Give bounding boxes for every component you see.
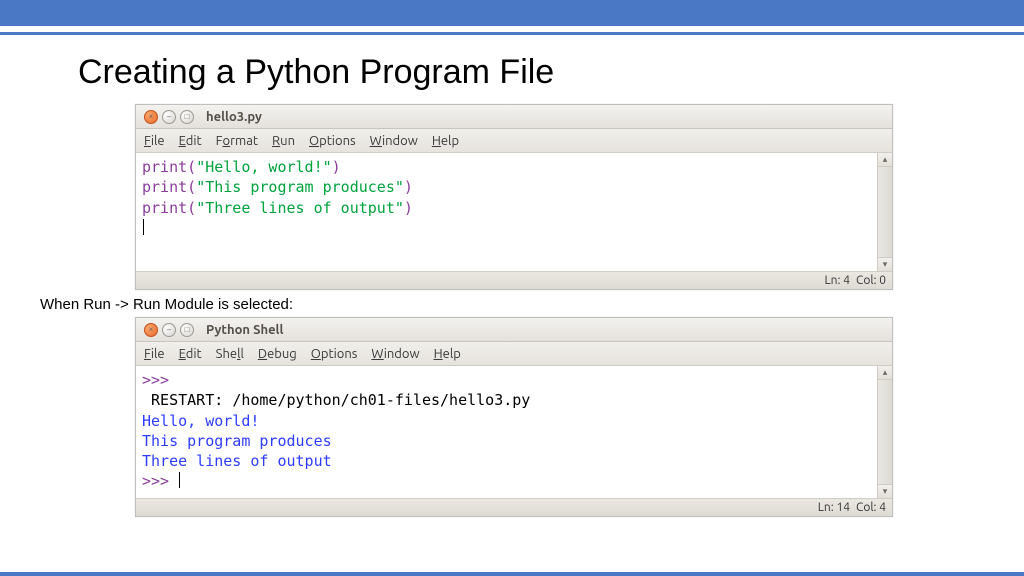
scroll-up-icon[interactable]: ▴ (878, 366, 892, 380)
maximize-icon[interactable]: □ (180, 323, 194, 337)
editor-code-area[interactable]: print("Hello, world!") print("This progr… (136, 153, 877, 271)
shell-prompt: >>> (142, 371, 169, 389)
cursor-icon (179, 472, 180, 488)
menu-options[interactable]: Options (309, 134, 356, 148)
shell-line: This program produces (142, 432, 332, 450)
close-icon[interactable]: × (144, 110, 158, 124)
close-icon[interactable]: × (144, 323, 158, 337)
shell-line: Hello, world! (142, 412, 259, 430)
slide-caption: When Run -> Run Module is selected: (40, 296, 1024, 313)
menu-file[interactable]: File (144, 347, 165, 361)
scroll-up-icon[interactable]: ▴ (878, 153, 892, 167)
editor-scrollbar[interactable]: ▴ ▾ (877, 153, 892, 271)
menu-help[interactable]: Help (432, 134, 459, 148)
status-line: Ln: 4 (825, 274, 850, 287)
menu-shell[interactable]: Shell (216, 347, 244, 361)
code-paren: ( (187, 178, 196, 196)
code-paren: ( (187, 199, 196, 217)
shell-scrollbar[interactable]: ▴ ▾ (877, 366, 892, 498)
maximize-icon[interactable]: □ (180, 110, 194, 124)
status-col: Col: 0 (856, 274, 886, 287)
code-str: "Hello, world!" (196, 158, 331, 176)
code-paren: ) (404, 199, 413, 217)
menu-format[interactable]: Format (216, 134, 258, 148)
slide-top-thin-rule (0, 32, 1024, 35)
editor-titlebar: × – □ hello3.py (136, 105, 892, 129)
scroll-down-icon[interactable]: ▾ (878, 484, 892, 498)
code-str: "Three lines of output" (196, 199, 404, 217)
shell-line: Three lines of output (142, 452, 332, 470)
shell-restart: RESTART: (142, 391, 232, 409)
code-fn: print (142, 158, 187, 176)
code-fn: print (142, 178, 187, 196)
cursor-icon (143, 219, 144, 235)
menu-help[interactable]: Help (434, 347, 461, 361)
slide-bottom-rule (0, 572, 1024, 576)
shell-prompt: >>> (142, 472, 169, 490)
menu-edit[interactable]: Edit (179, 134, 202, 148)
shell-titlebar: × – □ Python Shell (136, 318, 892, 342)
editor-menubar: File Edit Format Run Options Window Help (136, 129, 892, 153)
shell-restart-path: /home/python/ch01-files/hello3.py (232, 391, 539, 409)
menu-options[interactable]: Options (311, 347, 358, 361)
scroll-down-icon[interactable]: ▾ (878, 257, 892, 271)
shell-menubar: File Edit Shell Debug Options Window Hel… (136, 342, 892, 366)
shell-title: Python Shell (206, 323, 283, 337)
menu-file[interactable]: File (144, 134, 165, 148)
editor-title: hello3.py (206, 110, 262, 124)
minimize-icon[interactable]: – (162, 110, 176, 124)
shell-statusbar: Ln: 14 Col: 4 (136, 498, 892, 516)
menu-window[interactable]: Window (370, 134, 418, 148)
status-col: Col: 4 (856, 501, 886, 514)
menu-edit[interactable]: Edit (179, 347, 202, 361)
slide-top-band (0, 0, 1024, 26)
shell-output-area[interactable]: >>> RESTART: /home/python/ch01-files/hel… (136, 366, 877, 498)
status-line: Ln: 14 (818, 501, 850, 514)
slide-title: Creating a Python Program File (78, 53, 1024, 92)
editor-window: × – □ hello3.py File Edit Format Run Opt… (135, 104, 893, 290)
code-paren: ( (187, 158, 196, 176)
code-fn: print (142, 199, 187, 217)
shell-window: × – □ Python Shell File Edit Shell Debug… (135, 317, 893, 517)
code-str: "This program produces" (196, 178, 404, 196)
code-paren: ) (332, 158, 341, 176)
menu-window[interactable]: Window (371, 347, 419, 361)
minimize-icon[interactable]: – (162, 323, 176, 337)
menu-debug[interactable]: Debug (258, 347, 297, 361)
menu-run[interactable]: Run (272, 134, 295, 148)
editor-statusbar: Ln: 4 Col: 0 (136, 271, 892, 289)
code-paren: ) (404, 178, 413, 196)
